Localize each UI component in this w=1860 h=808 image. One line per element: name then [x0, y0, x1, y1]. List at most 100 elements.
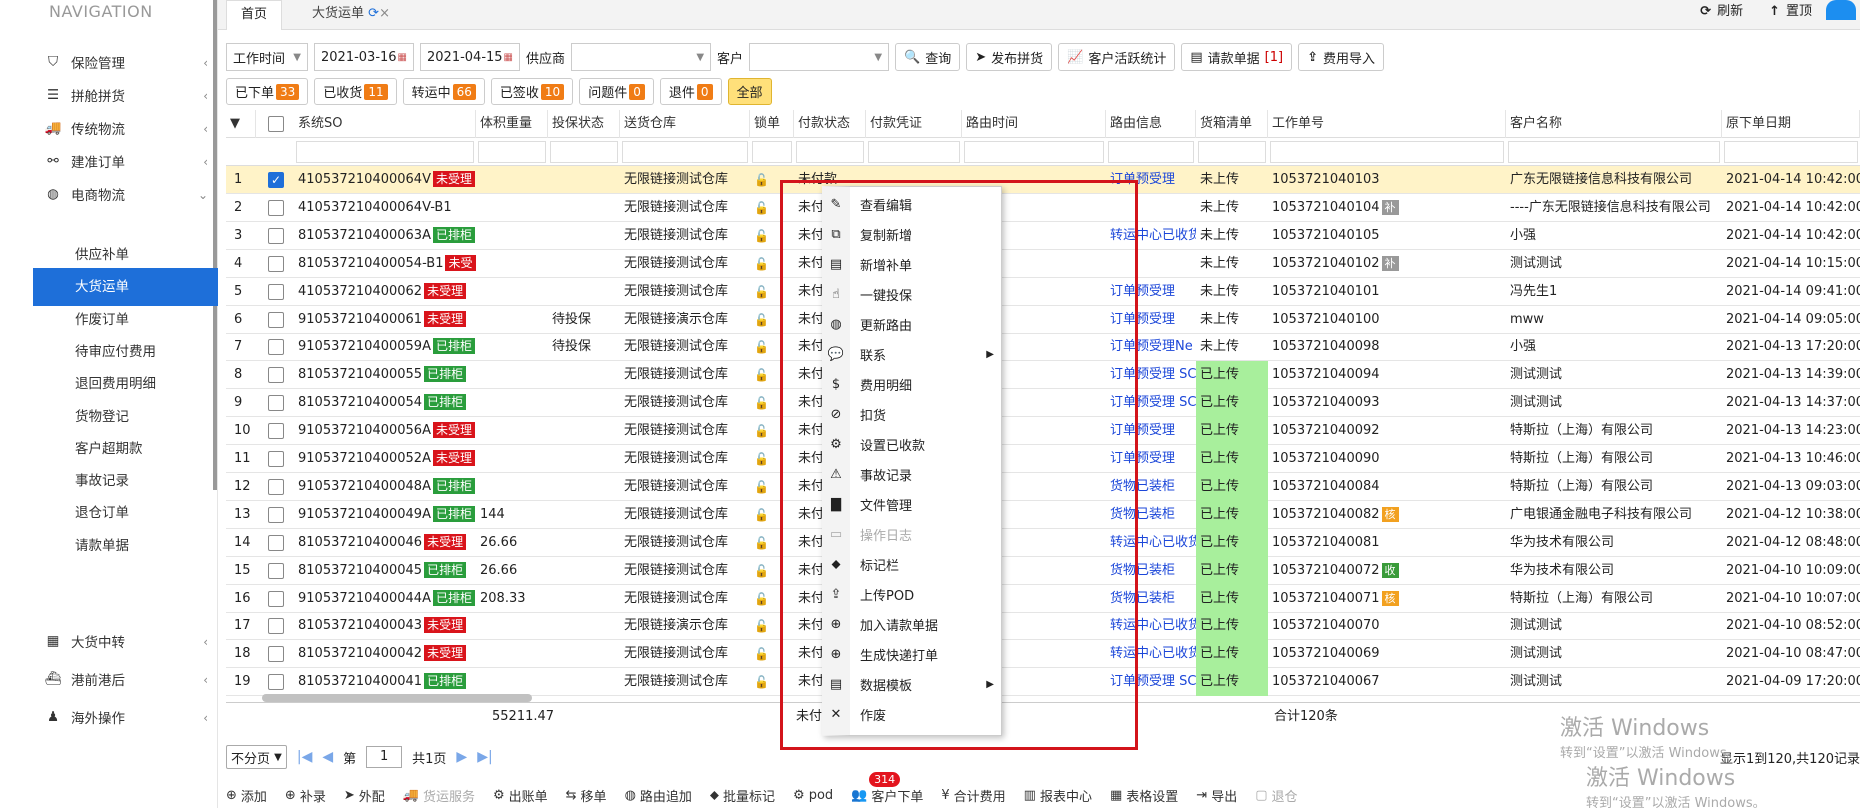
column-filter-input[interactable]: [1198, 141, 1266, 163]
sidebar-item[interactable]: ⛴ 港前港后 ‹: [33, 660, 218, 698]
query-button[interactable]: 🔍 查询: [895, 43, 961, 71]
toolbar-button[interactable]: ▦ 表格设置: [1110, 786, 1178, 805]
page-size-select[interactable]: 不分页 ▼: [226, 745, 287, 769]
toolbar-button[interactable]: 👥 客户下单 314: [851, 771, 923, 805]
sidebar-item[interactable]: ◍ 电商物流 ⌄: [33, 175, 218, 213]
row-checkbox[interactable]: [268, 367, 284, 384]
date-to-field[interactable]: 2021-04-15 ▦: [420, 43, 520, 71]
row-checkbox[interactable]: [268, 562, 284, 579]
row-checkbox[interactable]: [268, 311, 284, 328]
row-checkbox[interactable]: [268, 199, 284, 216]
refresh-tab-icon[interactable]: ⟳: [368, 6, 379, 21]
tab-home[interactable]: 首页: [226, 0, 283, 30]
row-checkbox[interactable]: [268, 674, 284, 691]
import-button[interactable]: ⇪ 费用导入: [1298, 43, 1385, 71]
cell-customer: ----广东无限链接信息科技有限公司: [1510, 199, 1711, 215]
status-button[interactable]: 转运中 66: [402, 78, 485, 105]
toolbar-button[interactable]: ⇆ 移单: [566, 786, 607, 805]
toolbar-button[interactable]: ➤ 外配: [344, 786, 385, 805]
column-filter-input[interactable]: [752, 141, 792, 163]
prev-page-icon[interactable]: ◀: [322, 749, 333, 765]
calendar-icon[interactable]: ▦: [398, 52, 407, 63]
column-header[interactable]: 送货仓库: [620, 110, 750, 138]
sidebar-item[interactable]: ▦ 大货中转 ‹: [33, 622, 218, 660]
column-header[interactable]: 付款状态: [794, 110, 866, 138]
toolbar-button[interactable]: ¥ 合计费用: [941, 786, 1005, 805]
toolbar-button[interactable]: ◍ 路由追加: [625, 786, 692, 805]
column-header[interactable]: 原下单日期: [1722, 110, 1860, 138]
invoice-button[interactable]: ▤ 请款单据 [1]: [1181, 43, 1293, 71]
top-button[interactable]: ↑ 置顶: [1769, 0, 1812, 24]
calendar-icon[interactable]: ▦: [504, 52, 513, 63]
column-header[interactable]: 路由信息: [1106, 110, 1196, 138]
row-checkbox[interactable]: [268, 646, 284, 663]
status-button[interactable]: 问题件 0: [579, 78, 654, 105]
status-button[interactable]: 已收货 11: [314, 78, 397, 105]
toolbar-button[interactable]: ⬥ 批量标记: [710, 786, 775, 805]
column-header[interactable]: 系统SO: [294, 110, 476, 138]
column-header[interactable]: 客户名称: [1506, 110, 1722, 138]
row-checkbox[interactable]: [268, 395, 284, 412]
chevron-down-icon: ▼: [274, 751, 282, 763]
row-checkbox[interactable]: [268, 478, 284, 495]
tab-current[interactable]: 大货运单 ⟳×: [298, 0, 404, 30]
column-filter-input[interactable]: [868, 141, 960, 163]
column-header[interactable]: 付款凭证: [866, 110, 962, 138]
horizontal-scrollbar[interactable]: [262, 694, 532, 702]
refresh-button[interactable]: ⟳ 刷新: [1700, 0, 1743, 24]
column-header[interactable]: 货箱清单: [1196, 110, 1268, 138]
row-checkbox[interactable]: [268, 227, 284, 244]
avatar[interactable]: [1826, 0, 1856, 20]
select-all-checkbox[interactable]: [268, 116, 284, 132]
column-header[interactable]: 体积重量: [476, 110, 548, 138]
toolbar-button[interactable]: ⊕ 补录: [285, 786, 326, 805]
column-filter-input[interactable]: [550, 141, 618, 163]
row-checkbox[interactable]: ✓: [268, 172, 284, 188]
publish-button[interactable]: ➤ 发布拼货: [966, 43, 1053, 71]
column-filter-input[interactable]: [1108, 141, 1194, 163]
toolbar-button[interactable]: ▥ 报表中心: [1024, 786, 1092, 805]
page-input[interactable]: 1: [366, 746, 403, 768]
status-button[interactable]: 已下单 33: [226, 78, 309, 105]
column-filter-input[interactable]: [1508, 141, 1720, 163]
toolbar-button[interactable]: ⚙ pod: [793, 788, 833, 803]
sidebar-subitem[interactable]: 请款单据: [33, 527, 218, 565]
column-filter-input[interactable]: [964, 141, 1104, 163]
status-button[interactable]: 退件 0: [659, 78, 722, 105]
column-filter-input[interactable]: [296, 141, 474, 163]
column-filter-input[interactable]: [622, 141, 748, 163]
sidebar-item[interactable]: ♟ 海外操作 ‹: [33, 698, 218, 736]
first-page-icon[interactable]: |◀: [297, 749, 312, 765]
row-checkbox[interactable]: [268, 283, 284, 300]
toolbar-button[interactable]: ⊕ 添加: [226, 786, 267, 805]
stats-button[interactable]: 📈 客户活跃统计: [1058, 43, 1176, 71]
row-checkbox[interactable]: [268, 255, 284, 272]
row-checkbox[interactable]: [268, 506, 284, 523]
status-button[interactable]: 已签收 10: [490, 78, 574, 105]
customer-select[interactable]: ▼: [749, 43, 890, 71]
close-tab-icon[interactable]: ×: [379, 6, 390, 21]
column-header[interactable]: 工作单号: [1268, 110, 1506, 138]
time-type-select[interactable]: 工作时间 ▼: [226, 43, 308, 71]
column-filter-input[interactable]: [1724, 141, 1858, 163]
row-checkbox[interactable]: [268, 451, 284, 467]
column-filter-input[interactable]: [796, 141, 864, 163]
filter-icon[interactable]: ▼: [226, 110, 256, 138]
next-page-icon[interactable]: ▶: [456, 749, 467, 765]
column-filter-input[interactable]: [1270, 141, 1504, 163]
toolbar-button[interactable]: ⇥ 导出: [1196, 786, 1237, 805]
last-page-icon[interactable]: ▶|: [477, 749, 492, 765]
column-filter-input[interactable]: [478, 141, 546, 163]
supplier-select[interactable]: ▼: [571, 43, 712, 71]
row-checkbox[interactable]: [268, 534, 284, 551]
column-header[interactable]: 路由时间: [962, 110, 1106, 138]
date-from-field[interactable]: 2021-03-16 ▦: [314, 43, 414, 71]
toolbar-button[interactable]: ⚙ 出账单: [493, 786, 548, 805]
row-checkbox[interactable]: [268, 423, 284, 440]
row-checkbox[interactable]: [268, 618, 284, 635]
row-checkbox[interactable]: [268, 339, 284, 356]
column-header[interactable]: 投保状态: [548, 110, 620, 138]
column-header[interactable]: 锁单: [750, 110, 794, 138]
status-button[interactable]: 全部: [727, 78, 772, 105]
row-checkbox[interactable]: [268, 590, 284, 607]
